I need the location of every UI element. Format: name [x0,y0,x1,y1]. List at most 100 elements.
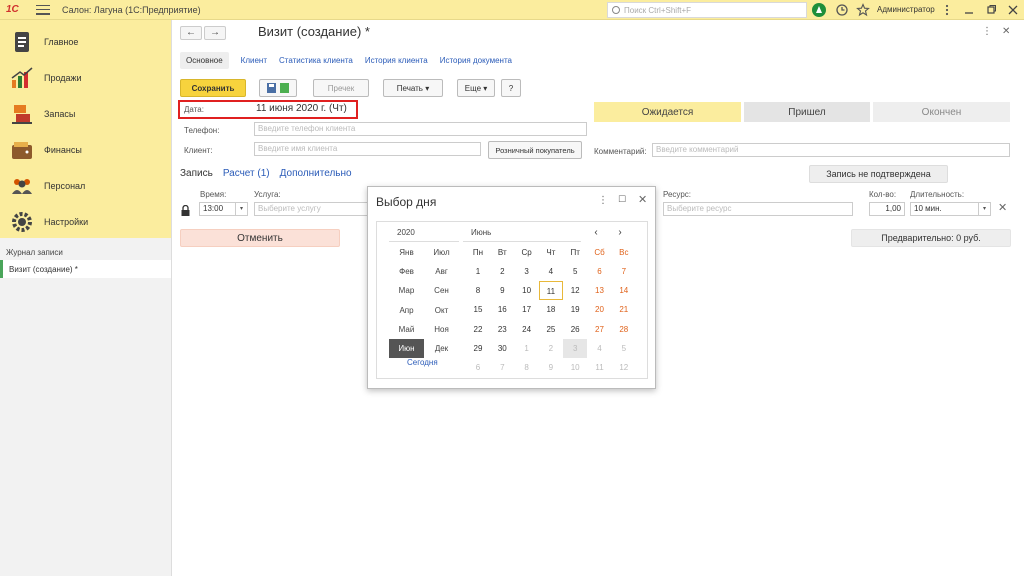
search-input[interactable]: Поиск Ctrl+Shift+F [607,2,807,18]
tab-main[interactable]: Основное [180,51,229,69]
day-cell[interactable]: 6 [466,358,490,377]
day-cell[interactable]: 12 [563,281,587,300]
time-field[interactable]: 13:00 ▾ [199,202,248,216]
day-cell[interactable]: 13 [588,281,612,300]
day-cell[interactable]: 1 [466,262,490,281]
retail-buyer-button[interactable]: Розничный покупатель [488,141,582,159]
comment-field[interactable]: Введите комментарий [652,143,1010,157]
duration-dropdown-icon[interactable]: ▾ [978,203,990,215]
next-month-button[interactable]: › [609,225,631,241]
cancel-button[interactable]: Отменить [180,229,340,247]
day-cell[interactable]: 7 [612,262,636,281]
day-cell[interactable]: 9 [539,358,563,377]
print-button[interactable]: Печать ▾ [383,79,443,97]
user-name[interactable]: Администратор [877,5,935,14]
precheck-button[interactable]: Пречек [313,79,369,97]
close-icon[interactable] [1006,3,1020,17]
month-selector[interactable]: Июнь [463,224,581,242]
help-button[interactable]: ? [501,79,521,97]
month-cell[interactable]: Окт [424,301,459,320]
month-cell[interactable]: Ноя [424,320,459,339]
restore-icon[interactable] [984,3,998,17]
prev-month-button[interactable]: ‹ [585,225,607,241]
day-cell[interactable]: 8 [466,281,490,300]
forward-button[interactable]: → [204,26,226,40]
day-cell[interactable]: 4 [539,262,563,281]
month-cell[interactable]: Сен [424,281,459,300]
day-cell[interactable]: 15 [466,300,490,319]
month-cell[interactable]: Фев [389,262,424,281]
qty-field[interactable]: 1,00 [869,202,905,216]
day-cell[interactable]: 9 [490,281,514,300]
day-cell[interactable]: 7 [490,358,514,377]
status-arrived-button[interactable]: Пришел [744,102,870,122]
save-button[interactable]: Сохранить [180,79,246,97]
day-cell[interactable]: 29 [466,339,490,358]
day-cell[interactable]: 8 [515,358,539,377]
phone-field[interactable]: Введите телефон клиента [254,122,587,136]
notifications-icon[interactable] [812,3,826,17]
dialog-maximize-icon[interactable]: ☐ [618,194,626,205]
day-cell[interactable]: 24 [515,320,539,339]
tab-calculation[interactable]: Расчет (1) [223,168,270,179]
month-cell[interactable]: Июн [389,339,424,358]
delete-row-icon[interactable]: ✕ [998,201,1007,214]
day-cell[interactable]: 1 [515,339,539,358]
dialog-close-icon[interactable]: ✕ [638,193,647,206]
sidebar-item-settings[interactable]: Настройки [0,204,171,240]
more-icon[interactable] [940,3,954,17]
day-cell[interactable]: 19 [563,300,587,319]
status-expected-button[interactable]: Ожидается [594,102,741,122]
open-window-visit[interactable]: Визит (создание) * [0,260,171,278]
day-cell[interactable]: 10 [563,358,587,377]
month-cell[interactable]: Май [389,320,424,339]
day-cell[interactable]: 23 [490,320,514,339]
date-value[interactable]: 11 июня 2020 г. (Чт) [256,103,347,114]
day-cell[interactable]: 2 [539,339,563,358]
tab-additional[interactable]: Дополнительно [280,168,352,179]
today-link[interactable]: Сегодня [407,358,438,367]
save-disk-button[interactable] [259,79,297,97]
journal-link[interactable]: Журнал записи [0,244,171,260]
resource-field[interactable]: Выберите ресурс [663,202,853,216]
day-cell[interactable]: 6 [588,262,612,281]
history-icon[interactable] [835,3,849,17]
day-cell[interactable]: 2 [490,262,514,281]
favorites-star-icon[interactable] [856,3,870,17]
day-cell[interactable]: 11 [588,358,612,377]
form-more-icon[interactable]: ⋮ [982,26,992,37]
client-field[interactable]: Введите имя клиента [254,142,481,156]
duration-field[interactable]: 10 мин. ▾ [910,202,991,216]
day-cell[interactable]: 3 [563,338,588,358]
day-cell[interactable]: 20 [588,300,612,319]
dialog-more-icon[interactable]: ⋮ [598,195,608,206]
month-cell[interactable]: Дек [424,339,459,358]
minimize-icon[interactable] [962,3,976,17]
status-finished-button[interactable]: Окончен [873,102,1010,122]
month-cell[interactable]: Янв [389,243,424,262]
month-cell[interactable]: Июл [424,243,459,262]
year-selector[interactable]: 2020 [389,224,459,242]
day-cell[interactable]: 17 [515,300,539,319]
day-cell[interactable]: 12 [612,358,636,377]
tab-client[interactable]: Клиент [241,56,267,65]
sidebar-item-staff[interactable]: Персонал [0,168,171,204]
month-cell[interactable]: Авг [424,262,459,281]
sidebar-item-stock[interactable]: Запасы [0,96,171,132]
day-cell[interactable]: 11 [538,281,563,301]
day-cell[interactable]: 3 [515,262,539,281]
month-cell[interactable]: Апр [389,301,424,320]
day-cell[interactable]: 21 [612,300,636,319]
tab-client-stats[interactable]: Статистика клиента [279,56,353,65]
tab-client-history[interactable]: История клиента [365,56,428,65]
menu-icon[interactable] [36,4,50,15]
day-cell[interactable]: 4 [588,339,612,358]
time-dropdown-icon[interactable]: ▾ [235,203,247,215]
day-cell[interactable]: 27 [588,320,612,339]
day-cell[interactable]: 26 [563,320,587,339]
sidebar-item-main[interactable]: Главное [0,24,171,60]
not-confirmed-button[interactable]: Запись не подтверждена [809,165,948,183]
month-cell[interactable]: Мар [389,281,424,300]
day-cell[interactable]: 18 [539,300,563,319]
form-close-icon[interactable]: ✕ [1002,26,1010,37]
